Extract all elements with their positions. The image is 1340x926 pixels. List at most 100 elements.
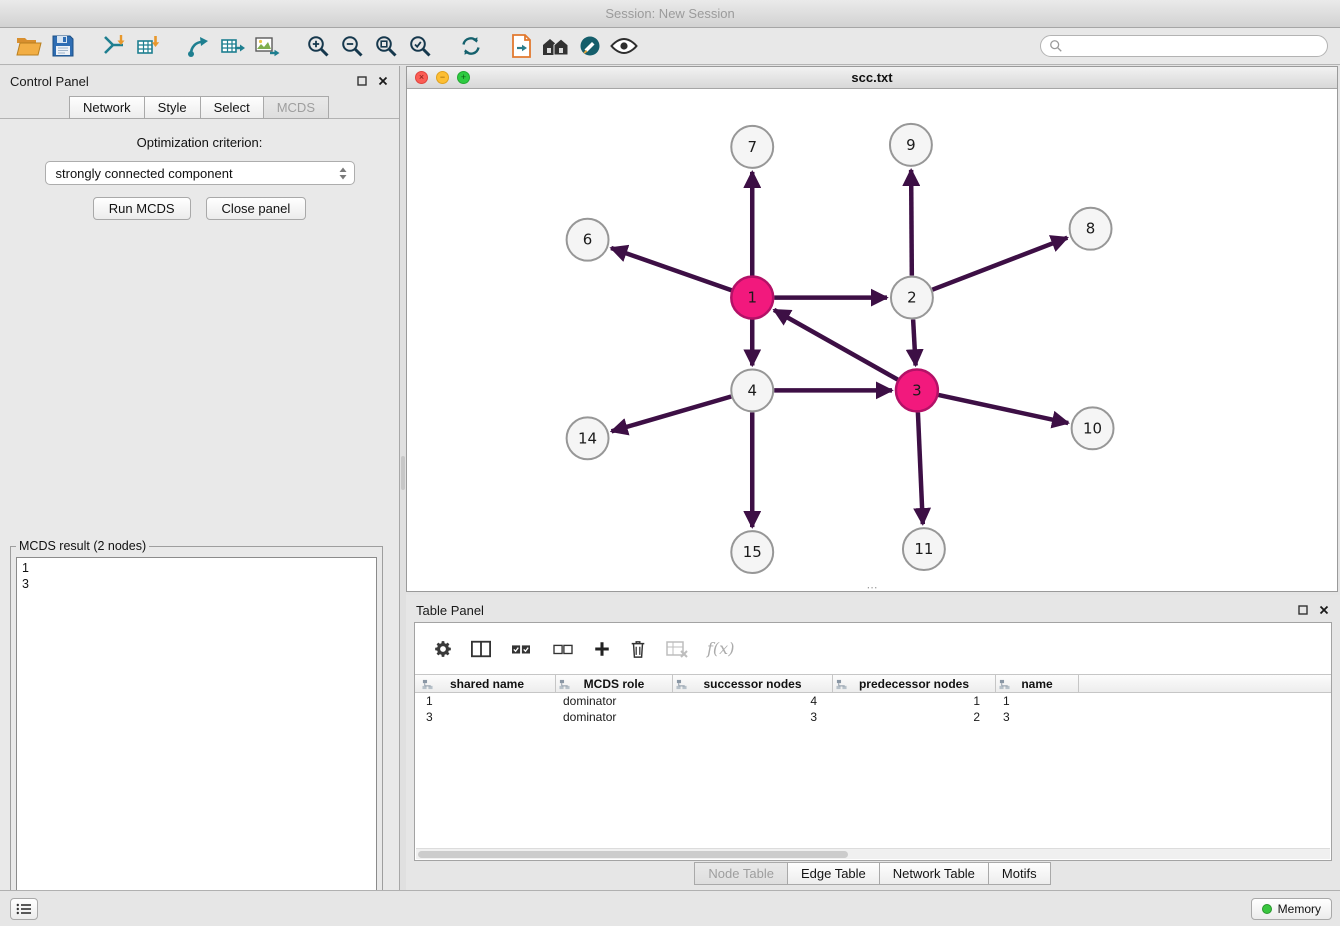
close-panel-button-2[interactable]: Close panel (206, 197, 307, 220)
run-mcds-button[interactable]: Run MCDS (93, 197, 191, 220)
double-home-icon (541, 35, 571, 57)
import-network-icon (102, 34, 126, 58)
export-network-button[interactable] (183, 31, 215, 61)
graph-edge-2-3[interactable] (913, 320, 915, 366)
column-header-name[interactable]: name (996, 675, 1079, 692)
table-horizontal-scrollbar[interactable] (416, 848, 1330, 859)
tab-select[interactable]: Select (200, 96, 264, 119)
scrollbar-thumb[interactable] (418, 851, 848, 858)
table-cell[interactable]: 4 (673, 693, 833, 709)
plus-icon (593, 640, 611, 658)
home-button[interactable] (540, 31, 572, 61)
graphics-details-button[interactable] (574, 31, 606, 61)
table-cell[interactable]: dominator (556, 693, 673, 709)
show-columns-button[interactable] (471, 640, 491, 658)
network-canvas[interactable]: 1234678910111415 (407, 89, 1337, 591)
zoom-out-button[interactable] (336, 31, 368, 61)
column-label: shared name (450, 677, 524, 691)
graph-edge-1-6[interactable] (611, 248, 731, 290)
network-window-titlebar: × − + scc.txt (407, 67, 1337, 89)
tab-network[interactable]: Network (69, 96, 145, 119)
table-header-row: shared name MCDS rolesuccessor nodesprede… (415, 674, 1331, 693)
export-table-button[interactable] (217, 31, 249, 61)
create-column-button[interactable] (593, 640, 611, 658)
show-panels-button[interactable] (10, 898, 38, 920)
column-header-shared-name[interactable]: shared name (419, 675, 556, 692)
zoom-fit-button[interactable] (370, 31, 402, 61)
import-network-button[interactable] (98, 31, 130, 61)
graph-node-label: 3 (912, 381, 922, 399)
table-settings-button[interactable] (433, 639, 453, 659)
traffic-lights: × − + (415, 67, 470, 88)
float-panel-button[interactable] (356, 75, 368, 87)
tab-mcds[interactable]: MCDS (263, 96, 329, 119)
open-in-web-button[interactable] (506, 31, 538, 61)
float-icon (357, 76, 367, 86)
network-window-title: scc.txt (851, 70, 892, 85)
float-table-panel-button[interactable] (1297, 604, 1309, 616)
zoom-in-button[interactable] (302, 31, 334, 61)
graph-edge-2-8[interactable] (932, 238, 1067, 290)
window-resize-handle[interactable]: ⋯ (867, 584, 878, 592)
export-image-button[interactable] (251, 31, 283, 61)
table-toolbar: f(x) (415, 623, 1331, 674)
import-table-button[interactable] (132, 31, 164, 61)
refresh-button[interactable] (455, 31, 487, 61)
table-cell[interactable]: 2 (833, 709, 996, 725)
graph-edge-3-11[interactable] (918, 412, 923, 524)
control-panel: Control Panel NetworkStyleSelectMCDS Opt… (0, 66, 400, 890)
mcds-result-fieldset: MCDS result (2 nodes) 13 (10, 539, 383, 925)
window-zoom-button[interactable]: + (457, 71, 470, 84)
window-close-button[interactable]: × (415, 71, 428, 84)
graph-edge-4-14[interactable] (612, 396, 732, 431)
tab-edge-table[interactable]: Edge Table (787, 862, 880, 885)
select-all-button[interactable] (509, 640, 533, 658)
deselect-all-button[interactable] (551, 640, 575, 658)
graph-node-label: 8 (1086, 220, 1096, 238)
table-row[interactable]: 1dominator411 (415, 693, 1331, 709)
mcds-result-list[interactable]: 13 (16, 557, 377, 918)
close-table-panel-button[interactable] (1318, 604, 1330, 616)
memory-button[interactable]: Memory (1251, 898, 1332, 920)
optimization-select[interactable]: strongly connected component (45, 161, 355, 185)
document-share-icon (511, 34, 533, 58)
table-cell[interactable]: 1 (833, 693, 996, 709)
tab-node-table[interactable]: Node Table (694, 862, 788, 885)
delete-columns-button[interactable] (629, 639, 647, 659)
open-file-button[interactable] (13, 31, 45, 61)
table-cell[interactable]: 3 (673, 709, 833, 725)
table-cell[interactable]: 3 (419, 709, 556, 725)
deselect-all-icon (551, 640, 575, 658)
show-hide-button[interactable] (608, 31, 640, 61)
close-panel-button[interactable] (377, 75, 389, 87)
window-minimize-button[interactable]: − (436, 71, 449, 84)
graph-node-label: 6 (583, 231, 593, 249)
function-builder-button[interactable]: f(x) (707, 639, 734, 658)
graph-edge-3-1[interactable] (774, 310, 898, 380)
mcds-result-line: 1 (22, 560, 371, 576)
tab-motifs[interactable]: Motifs (988, 862, 1051, 885)
column-header-predecessor-nodes[interactable]: predecessor nodes (833, 675, 996, 692)
splitter-handle[interactable] (401, 456, 405, 490)
zoom-selected-button[interactable] (404, 31, 436, 61)
window-title: Session: New Session (605, 6, 734, 21)
save-session-button[interactable] (47, 31, 79, 61)
graph-edge-2-9[interactable] (911, 170, 912, 276)
tab-network-table[interactable]: Network Table (879, 862, 989, 885)
search-input[interactable] (1068, 37, 1319, 55)
table-cell[interactable]: 1 (419, 693, 556, 709)
table-cell[interactable]: 1 (996, 693, 1079, 709)
table-row[interactable]: 3dominator323 (415, 709, 1331, 725)
table-cell[interactable]: dominator (556, 709, 673, 725)
search-box[interactable] (1040, 35, 1328, 57)
table-cell[interactable]: 3 (996, 709, 1079, 725)
column-header-successor-nodes[interactable]: successor nodes (673, 675, 833, 692)
tab-style[interactable]: Style (144, 96, 201, 119)
delete-table-button[interactable] (665, 639, 689, 659)
network-window: × − + scc.txt 1234678910111415 ⋯ (406, 66, 1338, 592)
export-table-icon (220, 34, 246, 58)
network-canvas-svg[interactable]: 1234678910111415 (407, 89, 1337, 591)
graph-edge-3-10[interactable] (938, 395, 1068, 423)
column-header-MCDS-role[interactable]: MCDS role (556, 675, 673, 692)
import-table-icon (136, 34, 160, 58)
